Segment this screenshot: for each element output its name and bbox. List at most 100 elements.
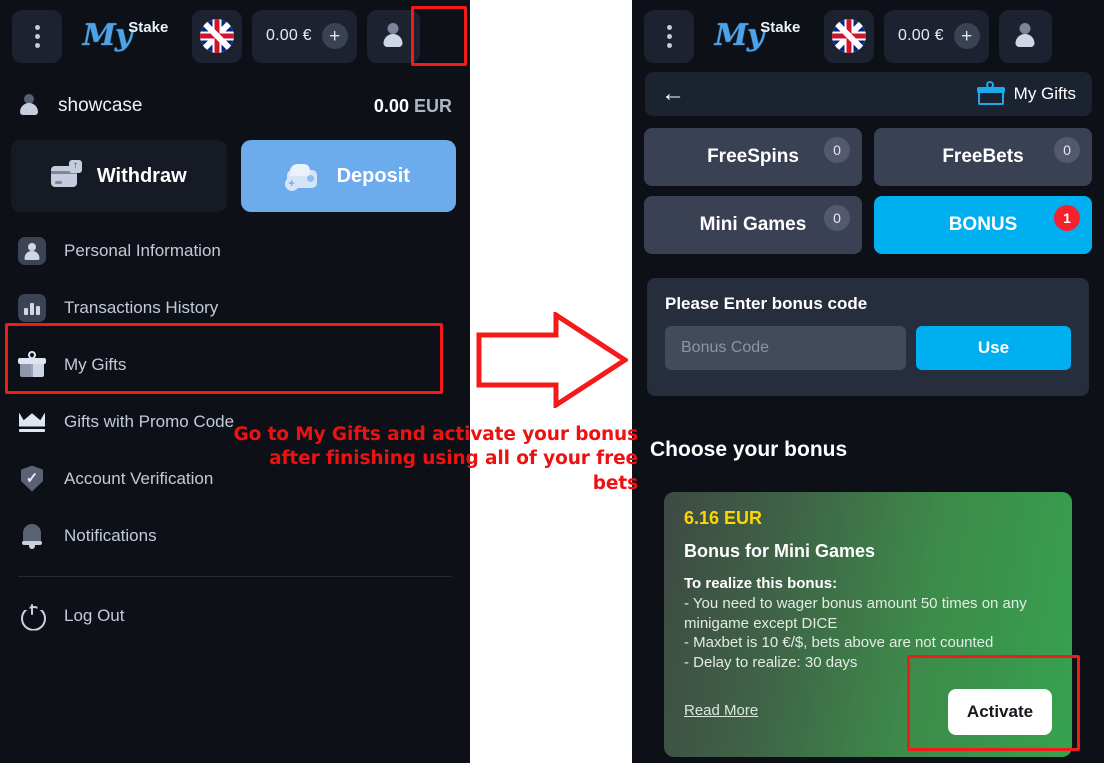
kebab-menu-icon [666, 42, 672, 48]
logo-my-text: My [82, 18, 133, 53]
brand-logo[interactable]: My Stake [704, 10, 814, 63]
bonus-term: - Delay to realize: 30 days [684, 654, 858, 672]
tab-freebets[interactable]: FreeBets 0 [874, 128, 1092, 186]
account-summary-row: showcase 0.00 EUR [0, 86, 470, 126]
sidebar-item-log-out[interactable]: Log Out [0, 587, 470, 644]
annotation-line-2: after finishing using all of your free b… [269, 448, 638, 494]
gift-category-tabs: FreeSpins 0 FreeBets 0 Mini Games 0 BONU… [644, 128, 1092, 254]
crown-icon [18, 408, 46, 436]
annotation-arrow [476, 310, 630, 413]
choose-bonus-heading: Choose your bonus [650, 438, 848, 461]
bonus-term: - Maxbet is 10 €/$, bets above are not c… [684, 634, 994, 652]
account-actions-row: ↑ Withdraw + Deposit [11, 140, 456, 212]
card-upload-icon: ↑ [50, 159, 82, 187]
bonus-code-input[interactable] [665, 326, 906, 370]
right-arrow-annotation [476, 310, 630, 410]
profile-button[interactable] [366, 9, 420, 63]
user-avatar-icon [18, 94, 40, 118]
deposit-button[interactable]: + Deposit [240, 140, 456, 212]
screenshot-stage: My Stake 0.00 € + showcase 0.00 EUR ↑ Wi… [0, 0, 1104, 763]
annotation-line-1: Go to My Gifts and activate your bonus [233, 424, 639, 445]
sidebar-item-my-gifts[interactable]: My Gifts [0, 336, 470, 393]
bonus-term: - You need to wager bonus amount 50 time… [684, 594, 1027, 632]
sidebar-item-label: Transactions History [64, 297, 219, 317]
read-more-link[interactable]: Read More [684, 702, 758, 719]
tab-mini-games[interactable]: Mini Games 0 [644, 196, 862, 254]
page-title: My Gifts [1013, 84, 1076, 103]
account-balance: 0.00 EUR [374, 96, 452, 117]
tab-badge-count: 1 [1054, 205, 1080, 231]
balance-amount: 0.00 € [266, 27, 312, 44]
page-header-bar: ← My Gifts [645, 72, 1092, 116]
bonus-code-title: Please Enter bonus code [665, 294, 868, 313]
tab-label: BONUS [948, 214, 1018, 235]
bonus-offer-card[interactable]: 6.16 EUR Bonus for Mini Games To realize… [664, 492, 1072, 757]
uk-flag-icon [832, 19, 866, 53]
sidebar-item-label: Log Out [64, 605, 125, 625]
kebab-menu-button[interactable] [644, 9, 694, 63]
kebab-menu-icon [34, 24, 40, 30]
tab-badge-count: 0 [1054, 137, 1080, 163]
tab-bonus[interactable]: BONUS 1 [874, 196, 1092, 254]
balance-amount: 0.00 € [898, 27, 944, 44]
bonus-amount: 6.16 EUR [684, 508, 763, 528]
use-bonus-code-button[interactable]: Use [916, 326, 1071, 370]
logo-my-text: My [714, 18, 765, 53]
bell-icon [18, 522, 46, 550]
kebab-menu-icon [666, 33, 672, 39]
tab-freespins[interactable]: FreeSpins 0 [644, 128, 862, 186]
activate-bonus-button[interactable]: Activate [948, 689, 1052, 735]
back-arrow-icon[interactable]: ← [661, 82, 685, 106]
account-balance-amount: 0.00 [373, 95, 409, 116]
bonus-code-card: Please Enter bonus code Use [647, 278, 1089, 396]
deposit-label: Deposit [336, 164, 410, 187]
bar-chart-icon [18, 293, 46, 322]
wallet-plus-icon: + [284, 164, 317, 191]
withdraw-label: Withdraw [96, 164, 187, 187]
page-header-title-group: My Gifts [976, 79, 1076, 105]
username-label: showcase [58, 95, 143, 116]
tab-label: FreeSpins [707, 146, 799, 167]
withdraw-button[interactable]: ↑ Withdraw [11, 140, 227, 212]
kebab-menu-button[interactable] [12, 9, 62, 63]
sidebar-item-label: Personal Information [64, 240, 221, 260]
bonus-code-row: Use [665, 326, 1071, 370]
brand-logo[interactable]: My Stake [72, 10, 182, 63]
shield-check-icon [18, 465, 46, 493]
power-icon [18, 602, 46, 630]
annotation-text: Go to My Gifts and activate your bonus a… [228, 423, 639, 496]
logo-stake-text: Stake [760, 18, 801, 36]
language-selector-button[interactable] [192, 9, 242, 63]
sidebar-item-label: Notifications [64, 525, 157, 545]
right-topbar: My Stake 0.00 € + [632, 0, 1104, 72]
uk-flag-icon [200, 19, 234, 53]
language-selector-button[interactable] [824, 9, 874, 63]
sidebar-item-label: My Gifts [64, 354, 127, 374]
sidebar-item-transactions-history[interactable]: Transactions History [0, 279, 470, 336]
menu-divider [18, 576, 452, 577]
tab-badge-count: 0 [824, 205, 850, 231]
kebab-menu-icon [34, 33, 40, 39]
logo-stake-text: Stake [128, 18, 169, 36]
left-topbar: My Stake 0.00 € + [0, 0, 470, 72]
add-funds-icon[interactable]: + [321, 23, 348, 49]
user-avatar-icon [1012, 23, 1038, 49]
sidebar-item-notifications[interactable]: Notifications [0, 507, 470, 564]
gift-icon [18, 348, 46, 379]
kebab-menu-icon [666, 24, 672, 30]
gift-box-icon [976, 79, 1005, 105]
person-icon [18, 236, 46, 265]
sidebar-item-label: Account Verification [64, 468, 214, 488]
balance-chip[interactable]: 0.00 € + [252, 9, 357, 63]
bonus-card-title: Bonus for Mini Games [684, 541, 876, 561]
profile-button[interactable] [998, 9, 1052, 63]
kebab-menu-icon [34, 42, 40, 48]
account-balance-currency: EUR [413, 95, 452, 116]
balance-chip[interactable]: 0.00 € + [884, 9, 989, 63]
add-funds-icon[interactable]: + [953, 23, 980, 49]
sidebar-item-personal-information[interactable]: Personal Information [0, 222, 470, 279]
user-avatar-icon [380, 23, 406, 49]
tab-label: FreeBets [942, 146, 1024, 167]
tab-label: Mini Games [699, 214, 807, 235]
sidebar-item-label: Gifts with Promo Code [64, 411, 235, 431]
